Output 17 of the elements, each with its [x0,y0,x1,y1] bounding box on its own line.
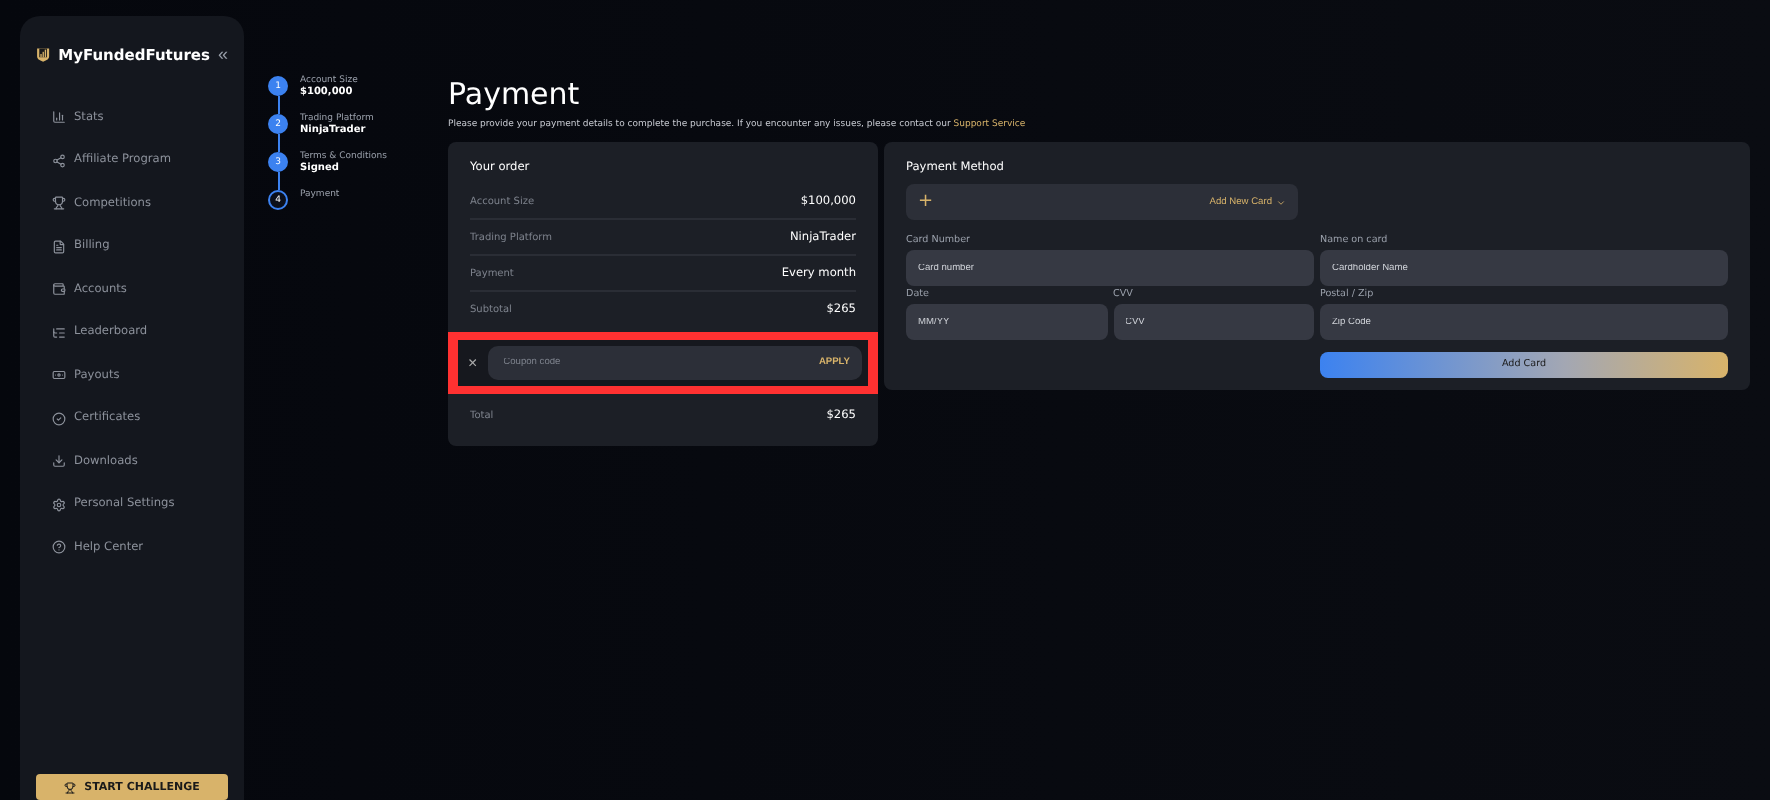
tree-icon [52,325,66,340]
page-title: Payment [448,76,582,112]
close-button[interactable]: × [468,354,478,372]
banknote-icon [52,368,66,383]
download-icon [52,454,66,469]
chevron-down-icon [1276,197,1286,207]
settings-icon [52,497,66,512]
plus-icon: + [918,192,1210,212]
collapse-button[interactable]: « [217,44,228,64]
share-icon [52,153,66,168]
bar-chart-icon [52,110,66,125]
help-icon [52,540,66,555]
trophy-icon [52,196,66,211]
check-circle-icon [52,411,66,426]
wallet-icon [52,282,66,297]
document-icon [52,239,66,254]
trophy-icon [64,781,77,793]
